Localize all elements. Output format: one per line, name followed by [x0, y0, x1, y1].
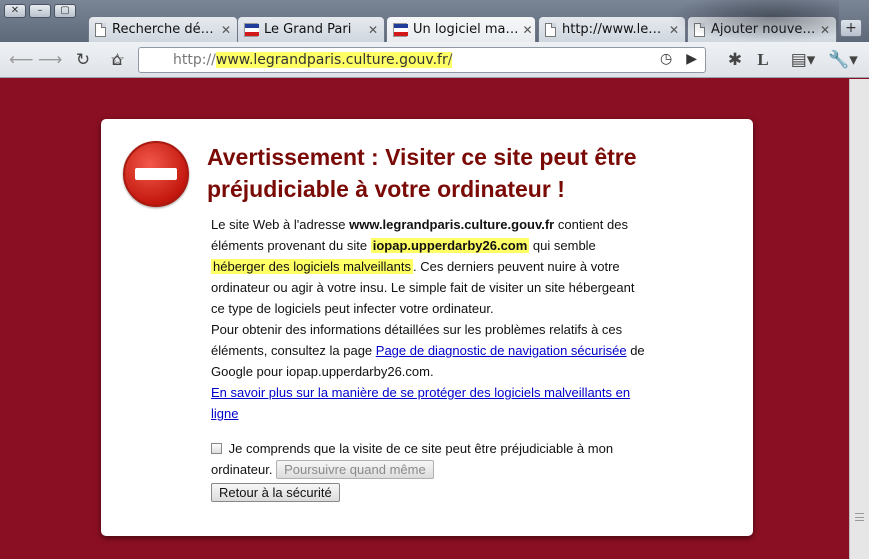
page-content: Avertissement : Visiter ce site peut êtr… — [0, 79, 849, 559]
url-scheme: http:// — [173, 52, 216, 68]
learn-more-link[interactable]: En savoir plus sur la manière de se prot… — [211, 385, 630, 421]
url-text[interactable]: http://www.legrandparis.culture.gouv.fr/ — [173, 52, 453, 68]
warning-box: Avertissement : Visiter ce site peut êtr… — [101, 119, 753, 536]
back-to-safety-button[interactable]: Retour à la sécurité — [211, 483, 340, 502]
url-path: / — [447, 52, 453, 68]
forward-button[interactable]: ⟶ — [38, 50, 62, 70]
tab-label: Recherche dé… — [112, 22, 214, 37]
url-host: www.legrandparis.culture.gouv.fr — [215, 52, 448, 68]
close-tab-icon[interactable]: ✕ — [665, 23, 679, 37]
diagnostic-link[interactable]: Page de diagnostic de navigation sécuris… — [376, 343, 627, 358]
back-button[interactable]: ⟵ — [9, 50, 33, 70]
tab-le-grand-pari[interactable]: Le Grand Pari ✕ — [237, 16, 385, 42]
play-icon[interactable]: ▶ — [686, 51, 697, 67]
french-flag-icon — [244, 22, 259, 37]
reload-button[interactable]: ↻ — [72, 50, 94, 70]
close-window-button[interactable]: ✕ — [4, 4, 26, 18]
consent-checkbox[interactable] — [211, 443, 222, 454]
text: qui semble — [529, 238, 596, 253]
scrollbar-grip[interactable] — [855, 513, 864, 521]
minimize-window-button[interactable]: – — [29, 4, 51, 18]
tab-ajouter[interactable]: Ajouter nouve… ✕ — [687, 16, 837, 42]
l-extension-icon[interactable]: L — [752, 50, 774, 70]
text: Le site Web à l'adresse — [211, 217, 350, 232]
site-host: www.legrandparis.culture.gouv.fr — [349, 217, 555, 232]
page-menu-icon[interactable]: ▤▾ — [789, 50, 817, 70]
diagnostic-paragraph: Pour obtenir des informations détaillées… — [211, 319, 651, 382]
warning-paragraph: Le site Web à l'adresse www.legrandparis… — [211, 214, 651, 319]
bug-extension-icon[interactable]: ✱ — [724, 50, 746, 70]
proceed-anyway-button[interactable]: Poursuivre quand même — [276, 460, 434, 479]
close-tab-icon[interactable]: ✕ — [518, 23, 532, 37]
malware-highlight: héberger des logiciels malveillants — [211, 259, 413, 274]
malware-host: iopap.upperdarby26.com — [370, 238, 530, 253]
warning-title: Avertissement : Visiter ce site peut êtr… — [207, 144, 637, 202]
warning-body: Le site Web à l'adresse www.legrandparis… — [211, 214, 651, 503]
doc-icon — [545, 22, 556, 37]
scrollbar[interactable] — [849, 79, 869, 559]
wrench-menu-icon[interactable]: 🔧▾ — [828, 50, 858, 70]
french-flag-icon — [393, 22, 408, 37]
new-tab-button[interactable]: + — [840, 19, 862, 37]
omnibox-icons: ◷ ▶ — [660, 51, 697, 67]
toolbar: ⟵ ⟶ ↻ ⌂ ☆ http://www.legrandparis.cultur… — [0, 42, 869, 78]
maximize-window-button[interactable]: ▢ — [54, 4, 76, 18]
close-tab-icon[interactable]: ✕ — [364, 23, 378, 37]
doc-icon — [95, 22, 106, 37]
tab-recherche[interactable]: Recherche dé… ✕ — [88, 16, 238, 42]
close-tab-icon[interactable]: ✕ — [816, 23, 830, 37]
tab-http-www[interactable]: http://www.le… ✕ — [538, 16, 686, 42]
tab-un-logiciel[interactable]: Un logiciel ma… ✕ — [386, 16, 536, 42]
tab-strip: ✕ – ▢ Recherche dé… ✕ Le Grand Pari ✕ Un… — [0, 0, 869, 42]
consent-row: Je comprends que la visite de ce site pe… — [211, 438, 651, 480]
window-controls: ✕ – ▢ — [4, 4, 76, 18]
address-bar[interactable]: ☆ http://www.legrandparis.culture.gouv.f… — [110, 47, 706, 73]
tab-label: Le Grand Pari — [264, 22, 352, 37]
doc-icon — [694, 22, 705, 37]
tab-label: http://www.le… — [562, 22, 662, 37]
bookmark-star-icon[interactable]: ☆ — [110, 50, 125, 70]
close-tab-icon[interactable]: ✕ — [217, 23, 231, 37]
tab-label: Ajouter nouve… — [711, 22, 816, 37]
tab-label: Un logiciel ma… — [413, 22, 519, 37]
clock-search-icon[interactable]: ◷ — [660, 51, 672, 67]
stop-icon — [123, 141, 189, 207]
